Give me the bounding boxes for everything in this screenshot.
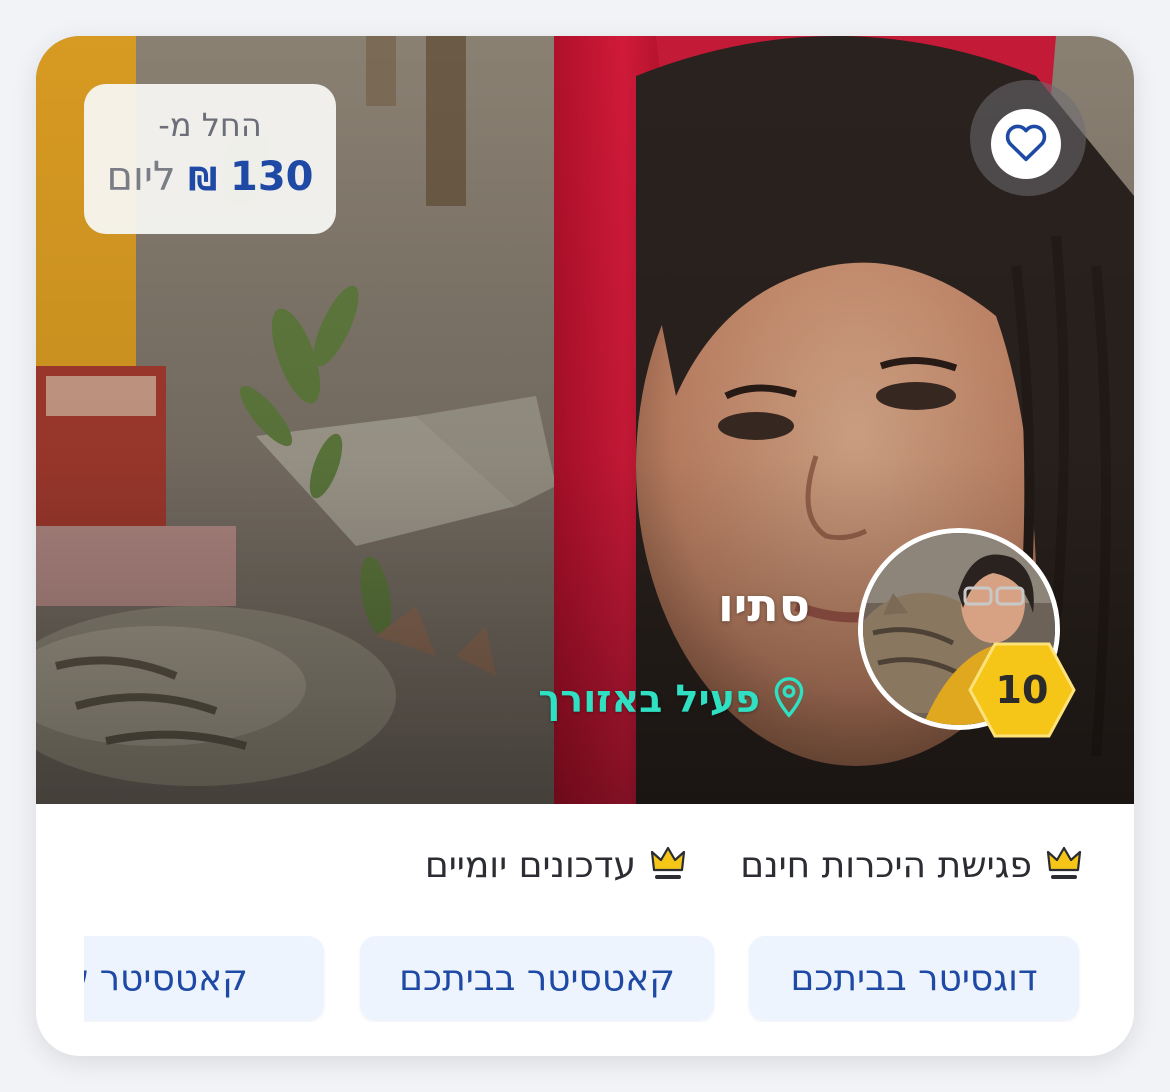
price-line: 130 ₪ ליום <box>84 154 336 200</box>
map-pin-icon <box>772 676 806 722</box>
price-amount: 130 <box>230 154 314 200</box>
favorite-button[interactable] <box>991 109 1061 179</box>
price-from-label: החל מ- <box>158 106 262 144</box>
service-tag[interactable]: דוגסיטר בביתכם <box>749 936 1079 1020</box>
perk-label: פגישת היכרות חינם <box>740 844 1032 886</box>
perks-row: פגישת היכרות חינם עדכונים יומיים <box>36 844 1134 900</box>
location-label: פעיל באזורך <box>538 677 760 721</box>
sitter-level-badge: 10 <box>968 642 1076 738</box>
price-currency: ₪ <box>188 160 218 198</box>
perk-item: פגישת היכרות חינם <box>740 844 1082 886</box>
service-tags-row[interactable]: דוגסיטר בביתכם קאטסיטר בביתכם קאטסיטר שע <box>84 936 1086 1022</box>
price-badge: החל מ- 130 ₪ ליום <box>84 84 336 234</box>
service-tag[interactable]: קאטסיטר שע <box>84 936 324 1020</box>
sitter-card[interactable]: החל מ- 130 ₪ ליום סתיו פעיל באזורך 10 פג… <box>36 36 1134 1056</box>
sitter-name[interactable]: סתיו <box>556 578 810 632</box>
heart-outline-icon <box>1004 122 1048 166</box>
sitter-location: פעיל באזורך <box>506 676 806 722</box>
perk-item: עדכונים יומיים <box>425 844 686 886</box>
crown-icon <box>1046 844 1082 886</box>
service-tag[interactable]: קאטסיטר בביתכם <box>360 936 714 1020</box>
level-number: 10 <box>995 668 1049 712</box>
crown-icon <box>650 844 686 886</box>
price-per-label: ליום <box>106 154 176 200</box>
perk-label: עדכונים יומיים <box>424 844 636 886</box>
